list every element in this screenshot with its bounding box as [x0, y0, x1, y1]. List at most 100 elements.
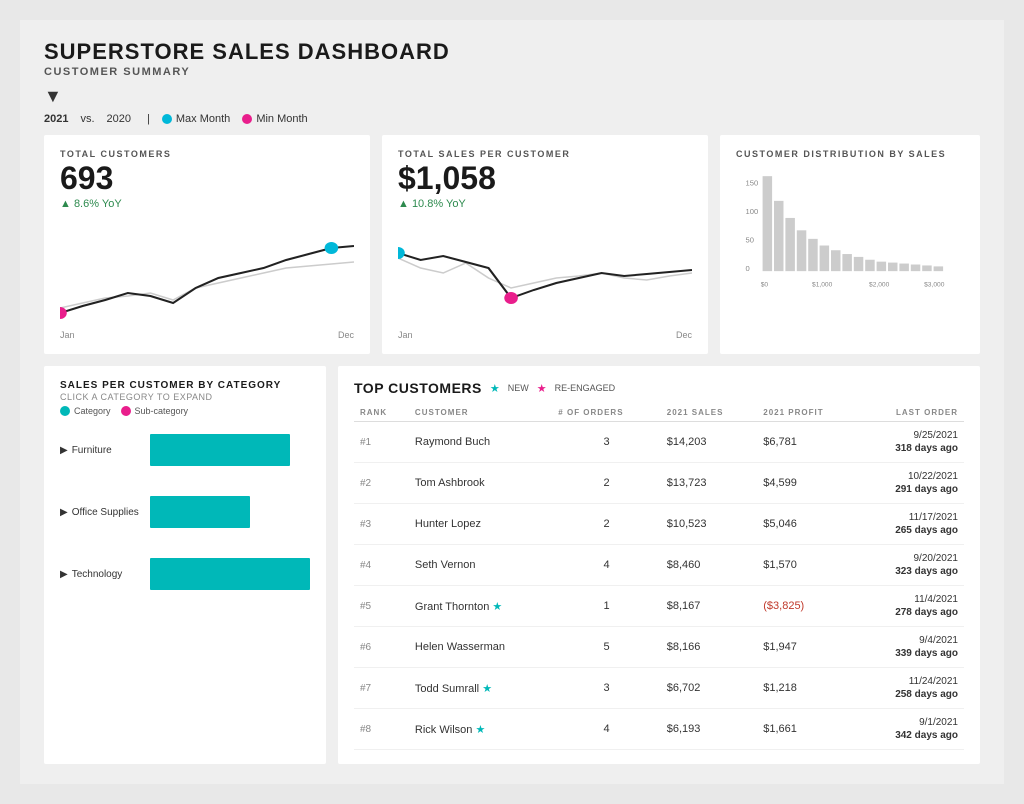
table-title-row: TOP CUSTOMERS ★ NEW ★ RE-ENGAGED — [354, 380, 964, 396]
cell-last-order: 9/25/2021 318 days ago — [859, 422, 964, 463]
customers-table: RANK CUSTOMER # OF ORDERS 2021 SALES 202… — [354, 404, 964, 750]
main-title: SUPERSTORE SALES DASHBOARD — [44, 40, 980, 64]
col-rank: RANK — [354, 404, 409, 422]
reengaged-label: RE-ENGAGED — [555, 383, 616, 393]
cell-customer: Hunter Lopez — [409, 504, 552, 545]
cell-customer: Todd Sumrall ★ — [409, 668, 552, 709]
table-row: #8 Rick Wilson ★ 4 $6,193 $1,661 9/1/202… — [354, 709, 964, 750]
cell-sales: $6,193 — [661, 709, 757, 750]
reengaged-star-icon: ★ — [537, 382, 547, 395]
cell-customer: Rick Wilson ★ — [409, 709, 552, 750]
category-panel: SALES PER CUSTOMER BY CATEGORY CLICK A C… — [44, 366, 326, 764]
total-customers-value: 693 — [60, 161, 354, 196]
legend-min: Min Month — [242, 113, 307, 125]
chart-label-jan: Jan — [60, 330, 75, 340]
last-order-ago: 318 days ago — [865, 442, 958, 455]
table-title: TOP CUSTOMERS — [354, 380, 482, 396]
cell-profit: $1,947 — [757, 627, 859, 668]
cell-sales: $8,166 — [661, 627, 757, 668]
sales-chart — [398, 218, 692, 328]
category-legend: Category Sub-category — [60, 406, 310, 416]
cat-bar-office — [150, 496, 250, 528]
cell-rank: #6 — [354, 627, 409, 668]
last-order-ago: 342 days ago — [865, 729, 958, 742]
cell-sales: $13,723 — [661, 463, 757, 504]
last-order-date: 9/25/2021 — [865, 429, 958, 442]
filter-icon[interactable]: ▼ — [44, 86, 980, 107]
max-dot — [162, 114, 172, 124]
cat-bar-technology — [150, 558, 310, 590]
cat-item-technology[interactable]: ▶ Technology — [60, 558, 310, 590]
sub-title: CUSTOMER SUMMARY — [44, 66, 980, 78]
table-row: #5 Grant Thornton ★ 1 $8,167 ($3,825) 11… — [354, 586, 964, 627]
cat-item-furniture[interactable]: ▶ Furniture — [60, 434, 310, 466]
cell-last-order: 10/22/2021 291 days ago — [859, 463, 964, 504]
svg-text:0: 0 — [746, 264, 750, 273]
legend-year-2020: 2020 — [107, 113, 131, 125]
cell-sales: $14,203 — [661, 422, 757, 463]
sales-chart-jan: Jan — [398, 330, 413, 340]
customers-chart-labels: Jan Dec — [60, 330, 354, 340]
cell-orders: 4 — [552, 709, 660, 750]
col-sales: 2021 SALES — [661, 404, 757, 422]
cell-customer: Seth Vernon — [409, 545, 552, 586]
cell-profit: $1,661 — [757, 709, 859, 750]
sales-chart-labels: Jan Dec — [398, 330, 692, 340]
cell-customer: Grant Thornton ★ — [409, 586, 552, 627]
cell-orders: 2 — [552, 463, 660, 504]
cat-label-technology: ▶ Technology — [60, 569, 140, 580]
table-row: #3 Hunter Lopez 2 $10,523 $5,046 11/17/2… — [354, 504, 964, 545]
col-customer: CUSTOMER — [409, 404, 552, 422]
last-order-date: 9/4/2021 — [865, 634, 958, 647]
cell-last-order: 11/4/2021 278 days ago — [859, 586, 964, 627]
cell-rank: #1 — [354, 422, 409, 463]
cat-item-office[interactable]: ▶ Office Supplies — [60, 496, 310, 528]
cell-orders: 2 — [552, 504, 660, 545]
svg-text:$3,000: $3,000 — [924, 282, 945, 289]
total-sales-yoy: ▲ 10.8% YoY — [398, 198, 692, 210]
category-bars: ▶ Furniture ▶ Office Supplies ▶ Techno — [60, 434, 310, 590]
cell-last-order: 11/24/2021 258 days ago — [859, 668, 964, 709]
col-profit: 2021 PROFIT — [757, 404, 859, 422]
cell-rank: #2 — [354, 463, 409, 504]
cell-orders: 4 — [552, 545, 660, 586]
cell-customer: Tom Ashbrook — [409, 463, 552, 504]
distribution-card: CUSTOMER DISTRIBUTION BY SALES 150 100 5… — [720, 135, 980, 354]
cell-last-order: 9/4/2021 339 days ago — [859, 627, 964, 668]
table-row: #6 Helen Wasserman 5 $8,166 $1,947 9/4/2… — [354, 627, 964, 668]
cell-rank: #4 — [354, 545, 409, 586]
cell-rank: #3 — [354, 504, 409, 545]
cat-label-office: ▶ Office Supplies — [60, 507, 140, 518]
last-order-ago: 339 days ago — [865, 647, 958, 660]
svg-text:100: 100 — [746, 207, 759, 216]
total-sales-title: TOTAL SALES PER CUSTOMER — [398, 149, 692, 159]
cat-arrow-technology: ▶ — [60, 569, 68, 580]
cell-customer: Helen Wasserman — [409, 627, 552, 668]
header: SUPERSTORE SALES DASHBOARD CUSTOMER SUMM… — [44, 40, 980, 78]
dist-title: CUSTOMER DISTRIBUTION BY SALES — [736, 149, 964, 159]
cell-sales: $8,167 — [661, 586, 757, 627]
col-lastorder: LAST ORDER — [859, 404, 964, 422]
cell-orders: 3 — [552, 422, 660, 463]
new-star-icon: ★ — [490, 382, 500, 395]
last-order-date: 9/20/2021 — [865, 552, 958, 565]
cell-profit: $6,781 — [757, 422, 859, 463]
svg-text:$0: $0 — [761, 282, 769, 289]
cat-arrow-furniture: ▶ — [60, 445, 68, 456]
top-row: TOTAL CUSTOMERS 693 ▲ 8.6% YoY Jan — [44, 135, 980, 354]
table-row: #2 Tom Ashbrook 2 $13,723 $4,599 10/22/2… — [354, 463, 964, 504]
last-order-ago: 265 days ago — [865, 524, 958, 537]
last-order-date: 11/4/2021 — [865, 593, 958, 606]
customers-chart — [60, 218, 354, 328]
cell-profit: ($3,825) — [757, 586, 859, 627]
sales-yoy-arrow: ▲ 10.8% YoY — [398, 198, 466, 210]
last-order-date: 10/22/2021 — [865, 470, 958, 483]
cell-last-order: 9/1/2021 342 days ago — [859, 709, 964, 750]
last-order-date: 11/24/2021 — [865, 675, 958, 688]
last-order-date: 11/17/2021 — [865, 511, 958, 524]
yoy-arrow: ▲ 8.6% YoY — [60, 198, 122, 210]
dashboard: SUPERSTORE SALES DASHBOARD CUSTOMER SUMM… — [20, 20, 1004, 784]
legend-subcategory: Sub-category — [121, 406, 189, 416]
category-dot — [60, 406, 70, 416]
min-dot — [242, 114, 252, 124]
